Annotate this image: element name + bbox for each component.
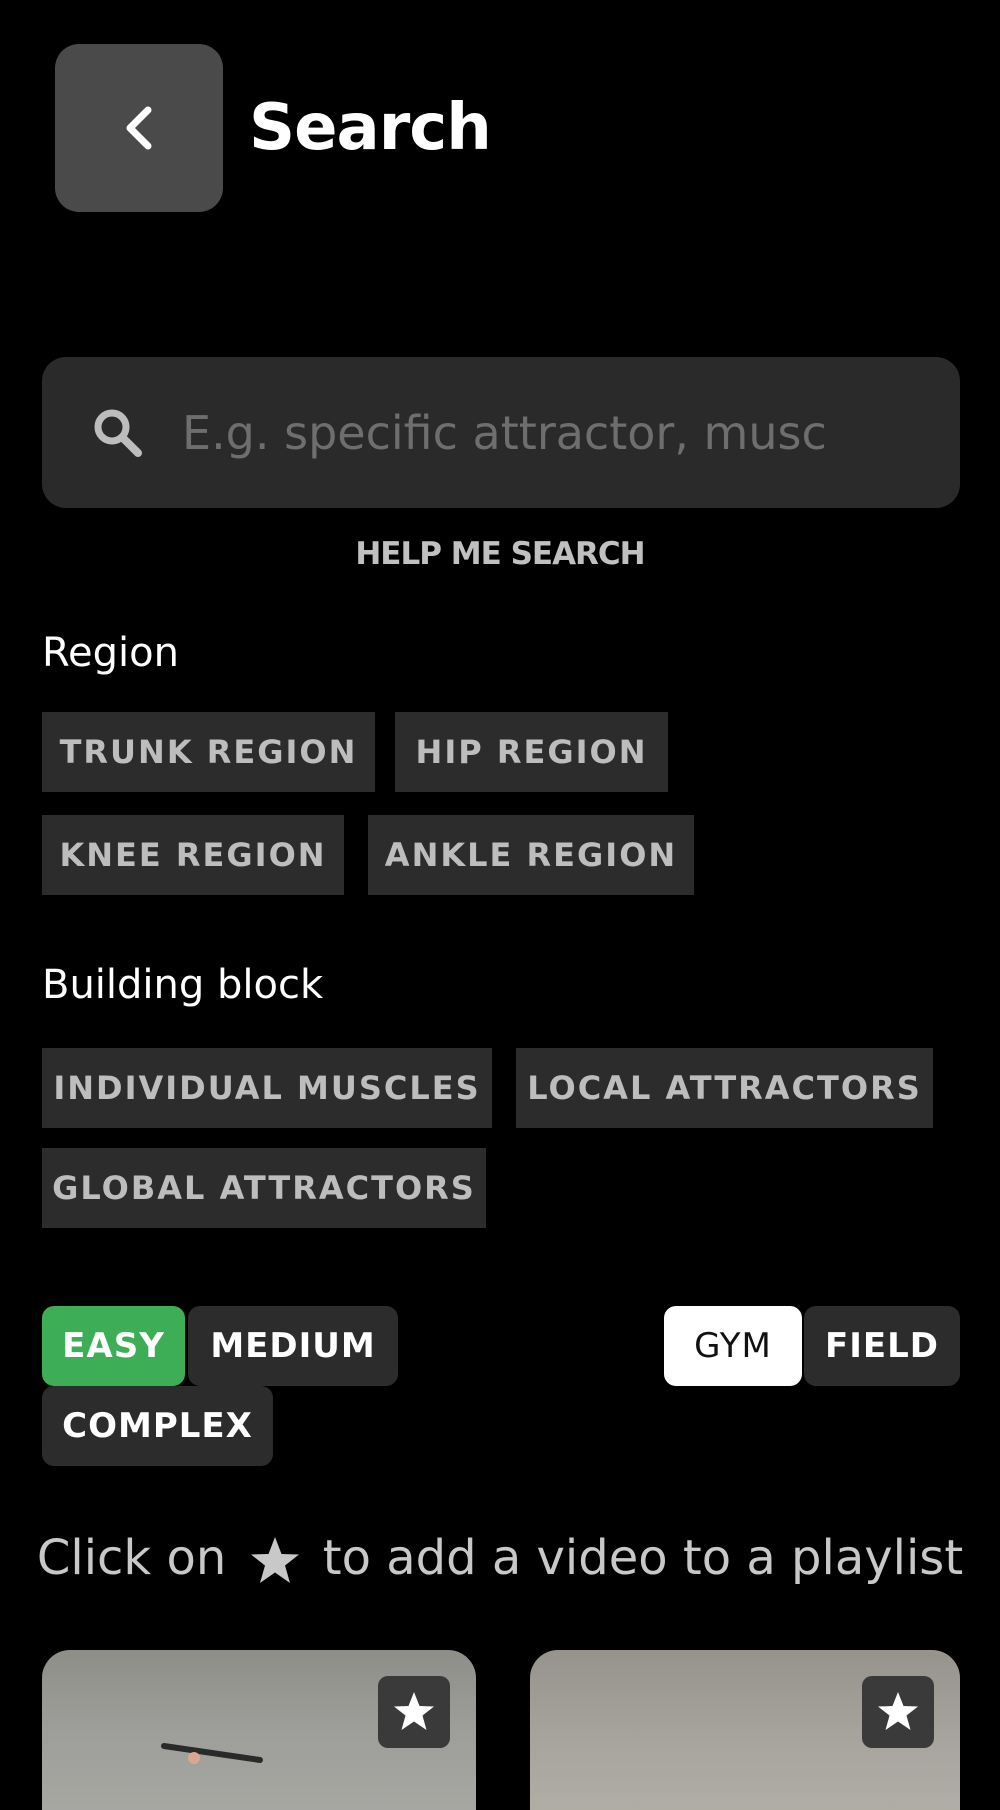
difficulty-easy-toggle[interactable]: EASY bbox=[42, 1306, 185, 1386]
chip-ankle-region[interactable]: ANKLE REGION bbox=[368, 815, 694, 895]
favorite-button[interactable] bbox=[378, 1676, 450, 1748]
chip-knee-region[interactable]: KNEE REGION bbox=[42, 815, 344, 895]
difficulty-complex-toggle[interactable]: COMPLEX bbox=[42, 1386, 273, 1466]
search-box[interactable] bbox=[42, 357, 960, 508]
hint-text-before: Click on bbox=[36, 1530, 227, 1586]
building-block-heading: Building block bbox=[42, 962, 324, 1008]
chip-trunk-region[interactable]: TRUNK REGION bbox=[42, 712, 375, 792]
back-button[interactable] bbox=[55, 44, 223, 212]
hint-text-after: to add a video to a playlist bbox=[322, 1530, 964, 1586]
favorite-button[interactable] bbox=[862, 1676, 934, 1748]
difficulty-medium-toggle[interactable]: MEDIUM bbox=[188, 1306, 398, 1386]
chip-local-attractors[interactable]: LOCAL ATTRACTORS bbox=[516, 1048, 933, 1128]
chip-hip-region[interactable]: HIP REGION bbox=[395, 712, 668, 792]
location-gym-toggle[interactable]: GYM bbox=[664, 1306, 802, 1386]
chevron-left-icon bbox=[126, 106, 152, 150]
search-input[interactable] bbox=[182, 387, 942, 479]
barbell-figure bbox=[161, 1743, 263, 1764]
star-icon bbox=[394, 1692, 434, 1730]
location-field-toggle[interactable]: FIELD bbox=[804, 1306, 960, 1386]
video-thumbnail[interactable] bbox=[530, 1650, 960, 1810]
playlist-hint: Click on to add a video to a playlist bbox=[0, 1530, 1000, 1588]
chip-individual-muscles[interactable]: INDIVIDUAL MUSCLES bbox=[42, 1048, 492, 1128]
chip-global-attractors[interactable]: GLOBAL ATTRACTORS bbox=[42, 1148, 486, 1228]
help-me-search-link[interactable]: HELP ME SEARCH bbox=[0, 536, 1000, 572]
region-heading: Region bbox=[42, 630, 179, 676]
star-icon bbox=[250, 1537, 299, 1583]
star-icon bbox=[878, 1692, 918, 1730]
search-icon bbox=[94, 409, 142, 457]
video-thumbnail[interactable] bbox=[42, 1650, 476, 1810]
page-title: Search bbox=[249, 91, 492, 165]
